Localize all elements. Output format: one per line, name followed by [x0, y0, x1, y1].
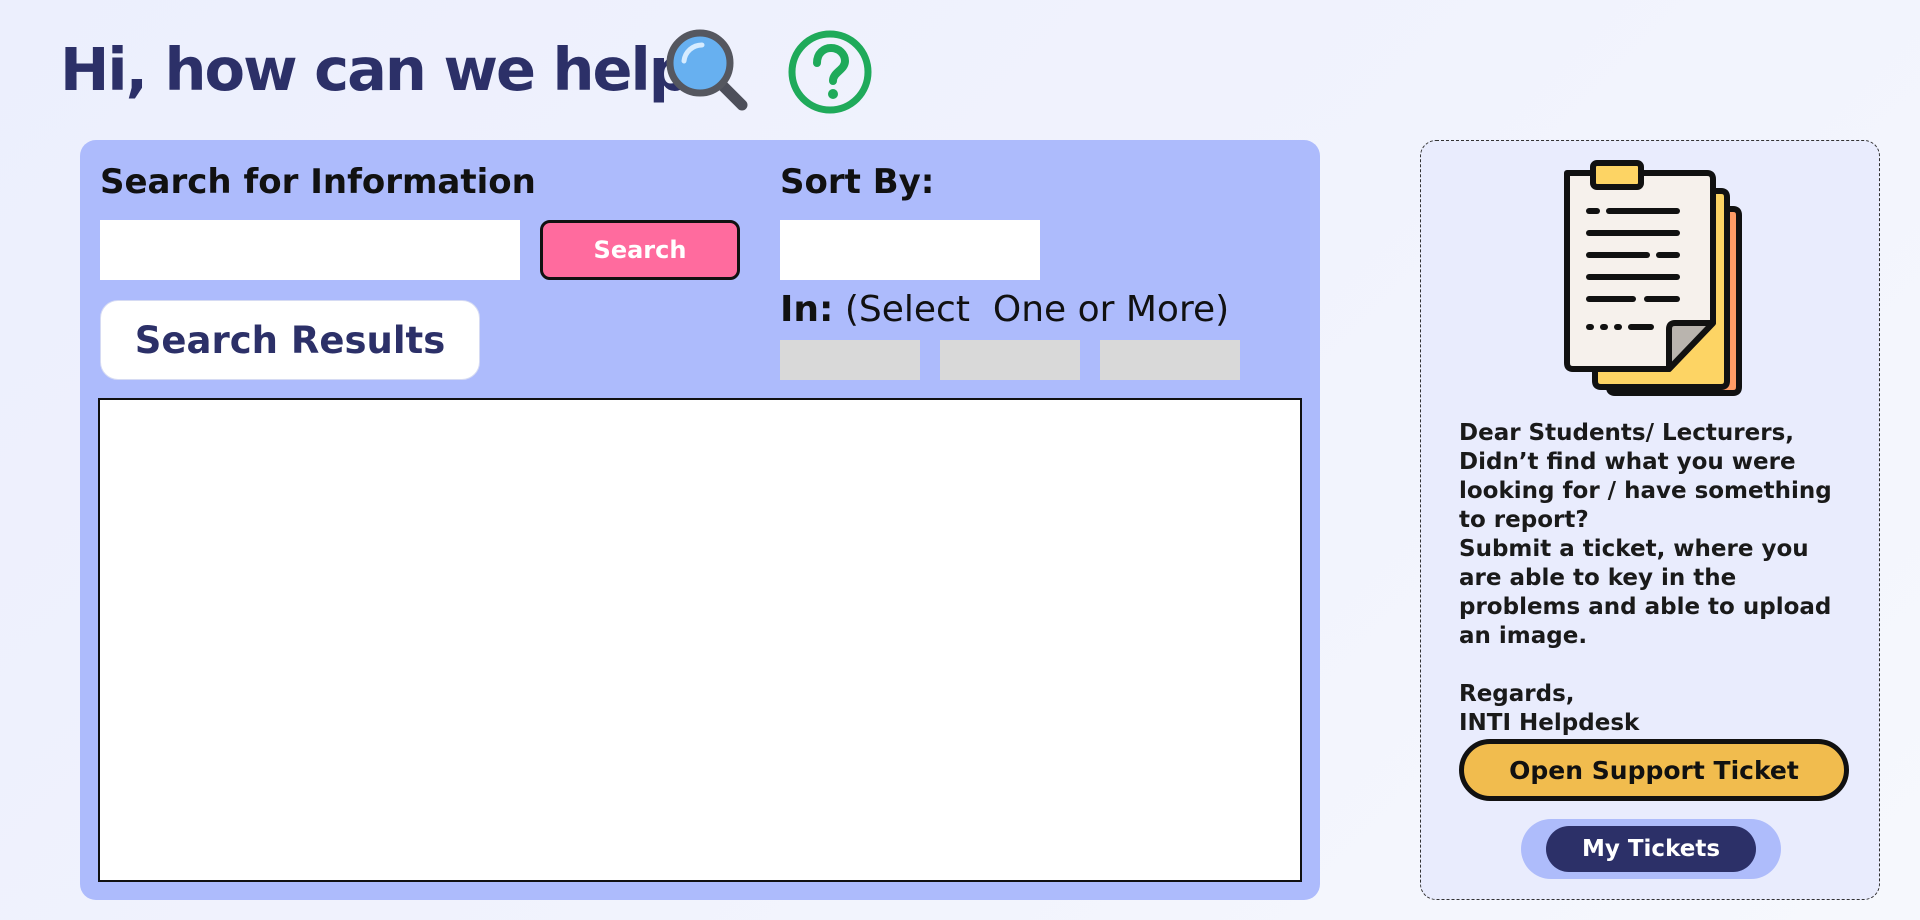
page-title: Hi, how can we help?: [60, 35, 723, 104]
search-panel: Search for Information Search Search Res…: [80, 140, 1320, 900]
my-tickets-button[interactable]: My Tickets: [1546, 826, 1756, 872]
filter-option-2[interactable]: [940, 340, 1080, 380]
support-info-card: Dear Students/ Lecturers, Didn’t find wh…: [1420, 140, 1880, 900]
magnifying-glass-icon: [666, 29, 748, 111]
open-support-ticket-button[interactable]: Open Support Ticket: [1459, 739, 1849, 801]
in-hint: (Select One or More): [833, 289, 1230, 330]
filter-option-1[interactable]: [780, 340, 920, 380]
search-button[interactable]: Search: [540, 220, 740, 280]
search-label: Search for Information: [100, 162, 536, 202]
search-input[interactable]: [100, 220, 520, 280]
filter-option-3[interactable]: [1100, 340, 1240, 380]
support-message: Dear Students/ Lecturers, Didn’t find wh…: [1459, 420, 1832, 736]
search-results-area[interactable]: [98, 398, 1302, 882]
sort-by-label: Sort By:: [780, 162, 935, 202]
in-filter-heading: In: (Select One or More): [780, 285, 1229, 335]
documents-icon: [1564, 160, 1742, 396]
search-results-tab[interactable]: Search Results: [100, 300, 480, 380]
my-tickets-container: My Tickets: [1521, 819, 1781, 879]
in-label: In:: [780, 289, 834, 330]
sort-by-select[interactable]: [780, 220, 1040, 280]
help-question-icon[interactable]: [786, 28, 874, 116]
